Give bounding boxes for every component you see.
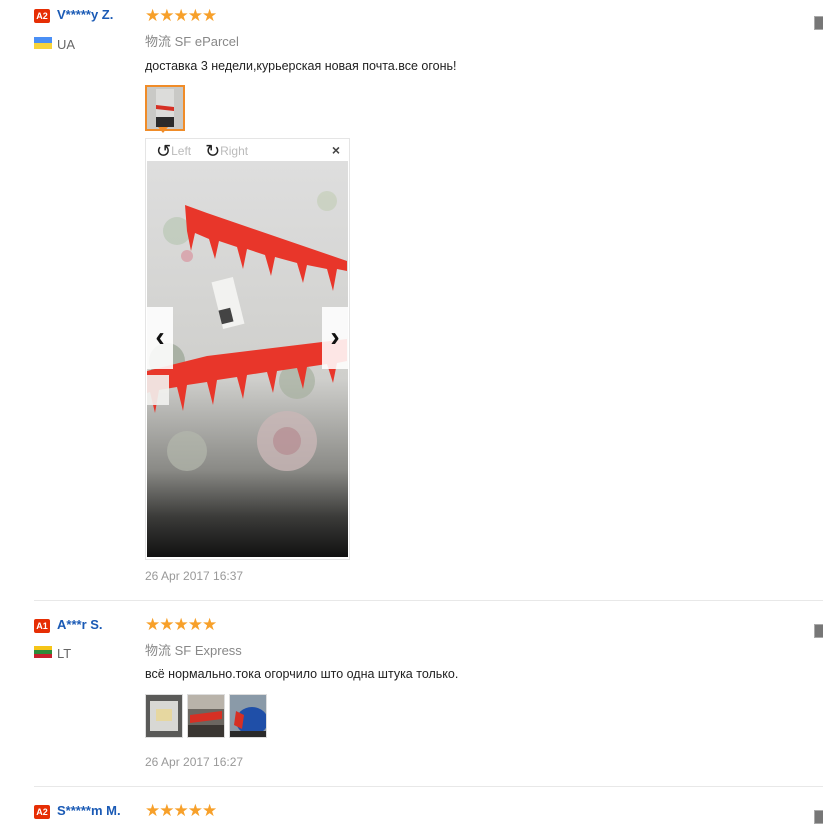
review-photo-thumbnail[interactable] — [229, 694, 267, 738]
rotate-left-label: Left — [171, 144, 192, 158]
close-icon[interactable]: × — [332, 142, 340, 158]
star-rating: ★★★★★ — [145, 615, 217, 634]
shipping-method: 物流 SF Express — [145, 643, 242, 658]
rotate-left-icon: ↺ — [156, 141, 172, 161]
rotate-left-button[interactable]: ↺Left — [156, 141, 191, 162]
report-icon[interactable] — [814, 624, 823, 638]
reviewer-country: UA — [57, 37, 76, 52]
review-date: 26 Apr 2017 16:37 — [145, 569, 244, 583]
shipping-method: 物流 SF eParcel — [145, 34, 239, 49]
buyer-level-badge: A2 — [34, 805, 50, 819]
reviewer-name[interactable]: V*****y Z. — [57, 7, 113, 22]
photo-viewer: ↺Left ↻Right × ‹ › — [145, 138, 350, 560]
country-flag-icon — [34, 37, 52, 49]
reviewer-name[interactable]: A***r S. — [57, 617, 103, 632]
reviewer-name[interactable]: S*****m M. — [57, 803, 121, 818]
rotate-right-icon: ↻ — [205, 141, 221, 161]
previous-photo-button[interactable]: ‹ — [147, 307, 173, 369]
star-rating: ★★★★★ — [145, 6, 217, 25]
reviewer-country: LT — [57, 646, 72, 661]
star-rating: ★★★★★ — [145, 801, 217, 820]
next-photo-button[interactable]: › — [322, 307, 348, 369]
viewer-toolbar: ↺Left ↻Right × — [146, 139, 349, 161]
review-photo-thumbnail[interactable] — [145, 85, 185, 131]
rotate-right-label: Right — [220, 144, 249, 158]
review-divider — [34, 600, 823, 601]
feedback-text: всё нормально.тока огорчило што одна шту… — [145, 667, 459, 681]
review-date: 26 Apr 2017 16:27 — [145, 755, 244, 769]
rotate-right-button[interactable]: ↻Right — [205, 141, 248, 162]
thumbnail-pointer — [158, 127, 168, 133]
buyer-level-badge: A1 — [34, 619, 50, 633]
review-divider — [34, 786, 823, 787]
report-icon[interactable] — [814, 810, 823, 824]
report-icon[interactable] — [814, 16, 823, 30]
review-photo-large — [147, 161, 348, 557]
feedback-text: доставка 3 недели,курьерская новая почта… — [145, 59, 457, 73]
buyer-level-badge: A2 — [34, 9, 50, 23]
review-photo-thumbnail[interactable] — [145, 694, 183, 738]
review-photo-thumbnail[interactable] — [187, 694, 225, 738]
country-flag-icon — [34, 646, 52, 658]
